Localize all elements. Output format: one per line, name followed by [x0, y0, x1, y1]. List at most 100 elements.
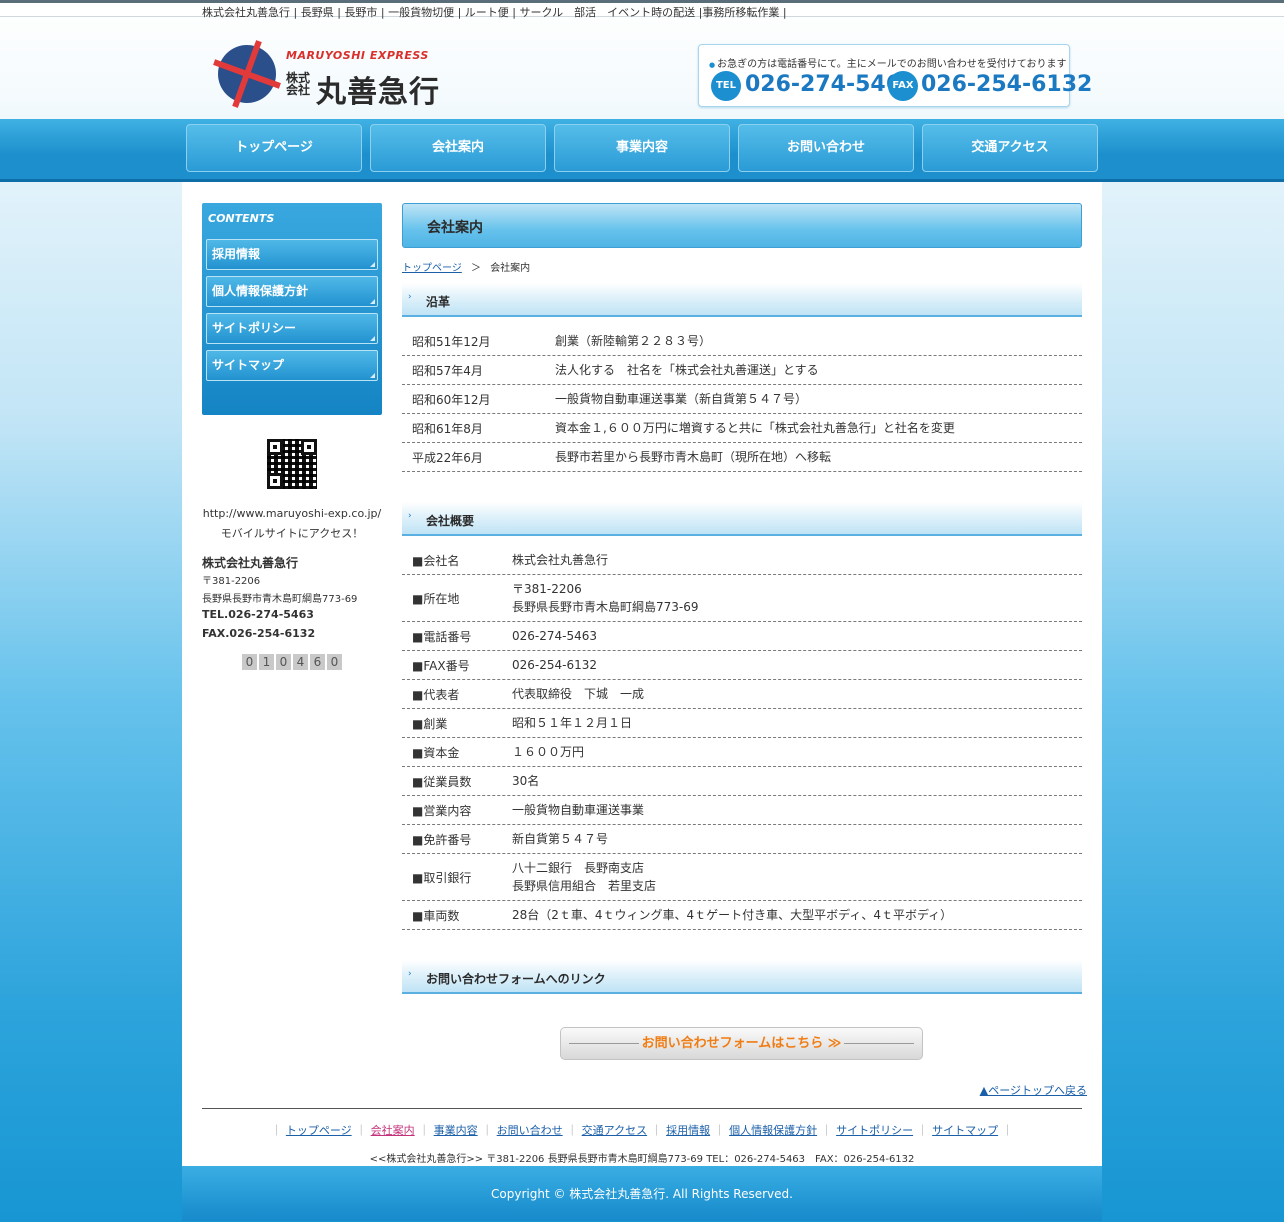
footer-link-sitemap[interactable]: サイトマップ: [932, 1124, 998, 1137]
breadcrumb-separator: ＞: [471, 263, 481, 274]
overview-label: ■所在地: [412, 592, 460, 606]
footer-link-site-policy[interactable]: サイトポリシー: [836, 1124, 913, 1137]
footer-link-business[interactable]: 事業内容: [434, 1124, 478, 1137]
page-title-bar: 会社案内: [402, 203, 1082, 248]
breadcrumb-current: 会社案内: [490, 263, 531, 274]
history-date: 昭和51年12月: [412, 335, 491, 349]
history-date: 平成22年6月: [412, 451, 483, 465]
overview-row: ■創業 昭和５１年１２月１日: [402, 709, 1082, 738]
breadcrumb-home-link[interactable]: トップページ: [402, 263, 462, 274]
history-row: 昭和61年8月 資本金１,６００万円に増資すると共に「株式会社丸善急行」と社名を…: [402, 414, 1082, 443]
copyright-bar: Copyright © 株式会社丸善急行. All Rights Reserve…: [182, 1166, 1102, 1221]
sidebar-item-privacy[interactable]: 個人情報保護方針: [206, 276, 378, 307]
nav-company[interactable]: 会社案内: [370, 124, 546, 172]
footer-link-top[interactable]: トップページ: [286, 1124, 352, 1137]
overview-row: ■会社名 株式会社丸善急行: [402, 546, 1082, 575]
footer-link-privacy[interactable]: 個人情報保護方針: [729, 1124, 817, 1137]
mobile-url: http://www.maruyoshi-exp.co.jp/: [202, 507, 382, 520]
overview-label: ■取引銀行: [412, 871, 472, 885]
counter-digit: 1: [259, 654, 274, 670]
overview-label: ■代表者: [412, 688, 460, 702]
overview-label: ■従業員数: [412, 775, 472, 789]
history-text: 法人化する 社名を「株式会社丸善運送」とする: [555, 363, 819, 377]
overview-value: 026-254-6132: [512, 658, 598, 672]
overview-value: 28台（2ｔ車、4ｔウィング車、4ｔゲート付き車、大型平ボディ、4ｔ平ボディ）: [512, 908, 953, 922]
sidebar-heading: CONTENTS: [208, 212, 275, 225]
nav-contact[interactable]: お問い合わせ: [738, 124, 914, 172]
overview-value: 30名: [512, 774, 540, 788]
overview-row: ■車両数 28台（2ｔ車、4ｔウィング車、4ｔゲート付き車、大型平ボディ、4ｔ平…: [402, 901, 1082, 930]
breadcrumb: トップページ ＞ 会社案内: [402, 259, 530, 274]
form-heading: お問い合わせフォームへのリンク: [426, 972, 606, 986]
overview-row: ■FAX番号 026-254-6132: [402, 651, 1082, 680]
sidebar-menu: CONTENTS 採用情報 個人情報保護方針 サイトポリシー サイトマップ: [202, 203, 382, 415]
history-text: 資本金１,６００万円に増資すると共に「株式会社丸善急行」と社名を変更: [555, 421, 955, 435]
page-top-link[interactable]: ▲ページトップへ戻る: [980, 1082, 1087, 1098]
nav-access[interactable]: 交通アクセス: [922, 124, 1098, 172]
overview-label: ■営業内容: [412, 804, 472, 818]
counter-digit: 0: [327, 654, 342, 670]
global-nav: トップページ 会社案内 事業内容 お問い合わせ 交通アクセス: [0, 119, 1284, 182]
overview-row: ■代表者 代表取締役 下城 一成: [402, 680, 1082, 709]
overview-label: ■免許番号: [412, 833, 472, 847]
footer-address: <<株式会社丸善急行>> 〒381-2206 長野県長野市青木島町綱島773-6…: [369, 1154, 915, 1165]
overview-row: ■資本金 １６００万円: [402, 738, 1082, 767]
overview-heading: 会社概要: [426, 514, 475, 528]
overview-row: ■営業内容 一般貨物自動車運送事業: [402, 796, 1082, 825]
history-row: 昭和51年12月 創業（新陸輸第２２８３号）: [402, 327, 1082, 356]
contact-form-button[interactable]: お問い合わせフォームはこちら ≫: [560, 1027, 923, 1060]
footer-link-company[interactable]: 会社案内: [371, 1124, 415, 1137]
sidebar-item-sitemap[interactable]: サイトマップ: [206, 350, 378, 381]
overview-row: ■取引銀行 八十二銀行 長野南支店 長野県信用組合 若里支店: [402, 854, 1082, 901]
logo-kabushiki: 株式会社: [286, 71, 311, 97]
logo-mark-icon: [218, 45, 276, 103]
history-heading: 沿革: [426, 295, 451, 309]
overview-value: 株式会社丸善急行: [512, 553, 609, 567]
counter-digit: 0: [276, 654, 291, 670]
overview-value: 昭和５１年１２月１日: [512, 716, 633, 730]
footer-link-access[interactable]: 交通アクセス: [582, 1124, 647, 1137]
tel-icon: TEL: [711, 71, 741, 101]
history-row: 昭和60年12月 一般貨物自動車運送事業（新自貨第５４７号）: [402, 385, 1082, 414]
footer-divider: [202, 1108, 1082, 1109]
section-arrow-icon: ›: [408, 511, 412, 521]
overview-row: ■従業員数 30名: [402, 767, 1082, 796]
page-title: 会社案内: [427, 220, 483, 236]
overview-label: ■電話番号: [412, 630, 472, 644]
fax-icon: FAX: [888, 71, 918, 101]
sidebar-item-site-policy[interactable]: サイトポリシー: [206, 313, 378, 344]
history-text: 創業（新陸輸第２２８３号）: [555, 334, 712, 348]
nav-top-page[interactable]: トップページ: [186, 124, 362, 172]
button-rule-right: [844, 1043, 914, 1044]
overview-row: ■免許番号 新自貨第５４７号: [402, 825, 1082, 854]
history-date: 昭和61年8月: [412, 422, 483, 436]
history-heading-bar: › 沿革: [402, 283, 1082, 317]
history-date: 昭和57年4月: [412, 364, 483, 378]
overview-value: 長野県長野市青木島町綱島773-69: [512, 600, 699, 614]
company-logo[interactable]: MARUYOSHI EXPRESS 株式会社 丸善急行: [218, 39, 458, 110]
overview-value: 代表取締役 下城 一成: [512, 687, 645, 701]
sidebar-tel: TEL.026-274-5463: [202, 608, 314, 621]
sidebar-postal: 〒381-2206: [202, 576, 261, 587]
nav-business[interactable]: 事業内容: [554, 124, 730, 172]
overview-label: ■会社名: [412, 554, 460, 568]
overview-value: 一般貨物自動車運送事業: [512, 803, 645, 817]
copyright-text: Copyright © 株式会社丸善急行. All Rights Reserve…: [491, 1187, 793, 1201]
overview-label: ■車両数: [412, 909, 460, 923]
sidebar-fax: FAX.026-254-6132: [202, 627, 316, 640]
qr-code-icon: [267, 439, 317, 489]
overview-value: 〒381-2206: [512, 582, 582, 596]
sidebar-item-recruit[interactable]: 採用情報: [206, 239, 378, 270]
counter-digit: 0: [242, 654, 257, 670]
sidebar-address: 長野県長野市青木島町綱島773-69: [202, 594, 358, 605]
header: MARUYOSHI EXPRESS 株式会社 丸善急行 お急ぎの方は電話番号にて…: [0, 17, 1284, 119]
access-counter: 010460: [242, 654, 344, 670]
footer-link-recruit[interactable]: 採用情報: [666, 1124, 710, 1137]
overview-label: ■創業: [412, 717, 448, 731]
section-arrow-icon: ›: [408, 969, 412, 979]
overview-value: 新自貨第５４７号: [512, 832, 609, 846]
overview-row: ■電話番号 026-274-5463: [402, 622, 1082, 651]
logo-english-name: MARUYOSHI EXPRESS: [286, 49, 429, 62]
footer-link-contact[interactable]: お問い合わせ: [497, 1124, 563, 1137]
history-text: 長野市若里から長野市青木島町（現所在地）へ移転: [555, 450, 832, 464]
